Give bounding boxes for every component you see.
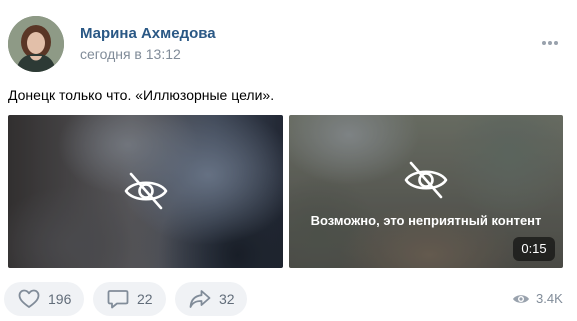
like-button[interactable]: 196 [4, 282, 84, 316]
heart-icon [18, 289, 40, 308]
views-count: 3.4K [536, 291, 563, 306]
post-text: Донецк только что. «Иллюзорные цели». [8, 87, 275, 103]
media-video[interactable]: Возможно, это неприятный контент 0:15 [289, 115, 563, 268]
eye-crossed-icon [404, 161, 448, 199]
share-icon [189, 290, 211, 308]
post-timestamp[interactable]: сегодня в 13:12 [80, 46, 181, 62]
comment-button[interactable]: 22 [93, 282, 166, 316]
post-card: Марина Ахмедова сегодня в 13:12 Донецк т… [0, 0, 577, 321]
comment-icon [107, 290, 129, 309]
video-duration-badge: 0:15 [513, 237, 555, 261]
avatar-photo [8, 16, 64, 72]
like-count: 196 [48, 291, 72, 307]
media-photo[interactable] [8, 115, 283, 268]
share-count: 32 [219, 291, 235, 307]
eye-icon [513, 295, 529, 303]
share-button[interactable]: 32 [175, 282, 247, 316]
eye-crossed-icon [124, 172, 168, 210]
sensitive-content-warning: Возможно, это неприятный контент [310, 213, 542, 228]
comment-count: 22 [137, 291, 153, 307]
author-avatar[interactable] [8, 16, 64, 72]
more-dots-icon[interactable] [540, 36, 560, 50]
author-name[interactable]: Марина Ахмедова [80, 25, 216, 42]
